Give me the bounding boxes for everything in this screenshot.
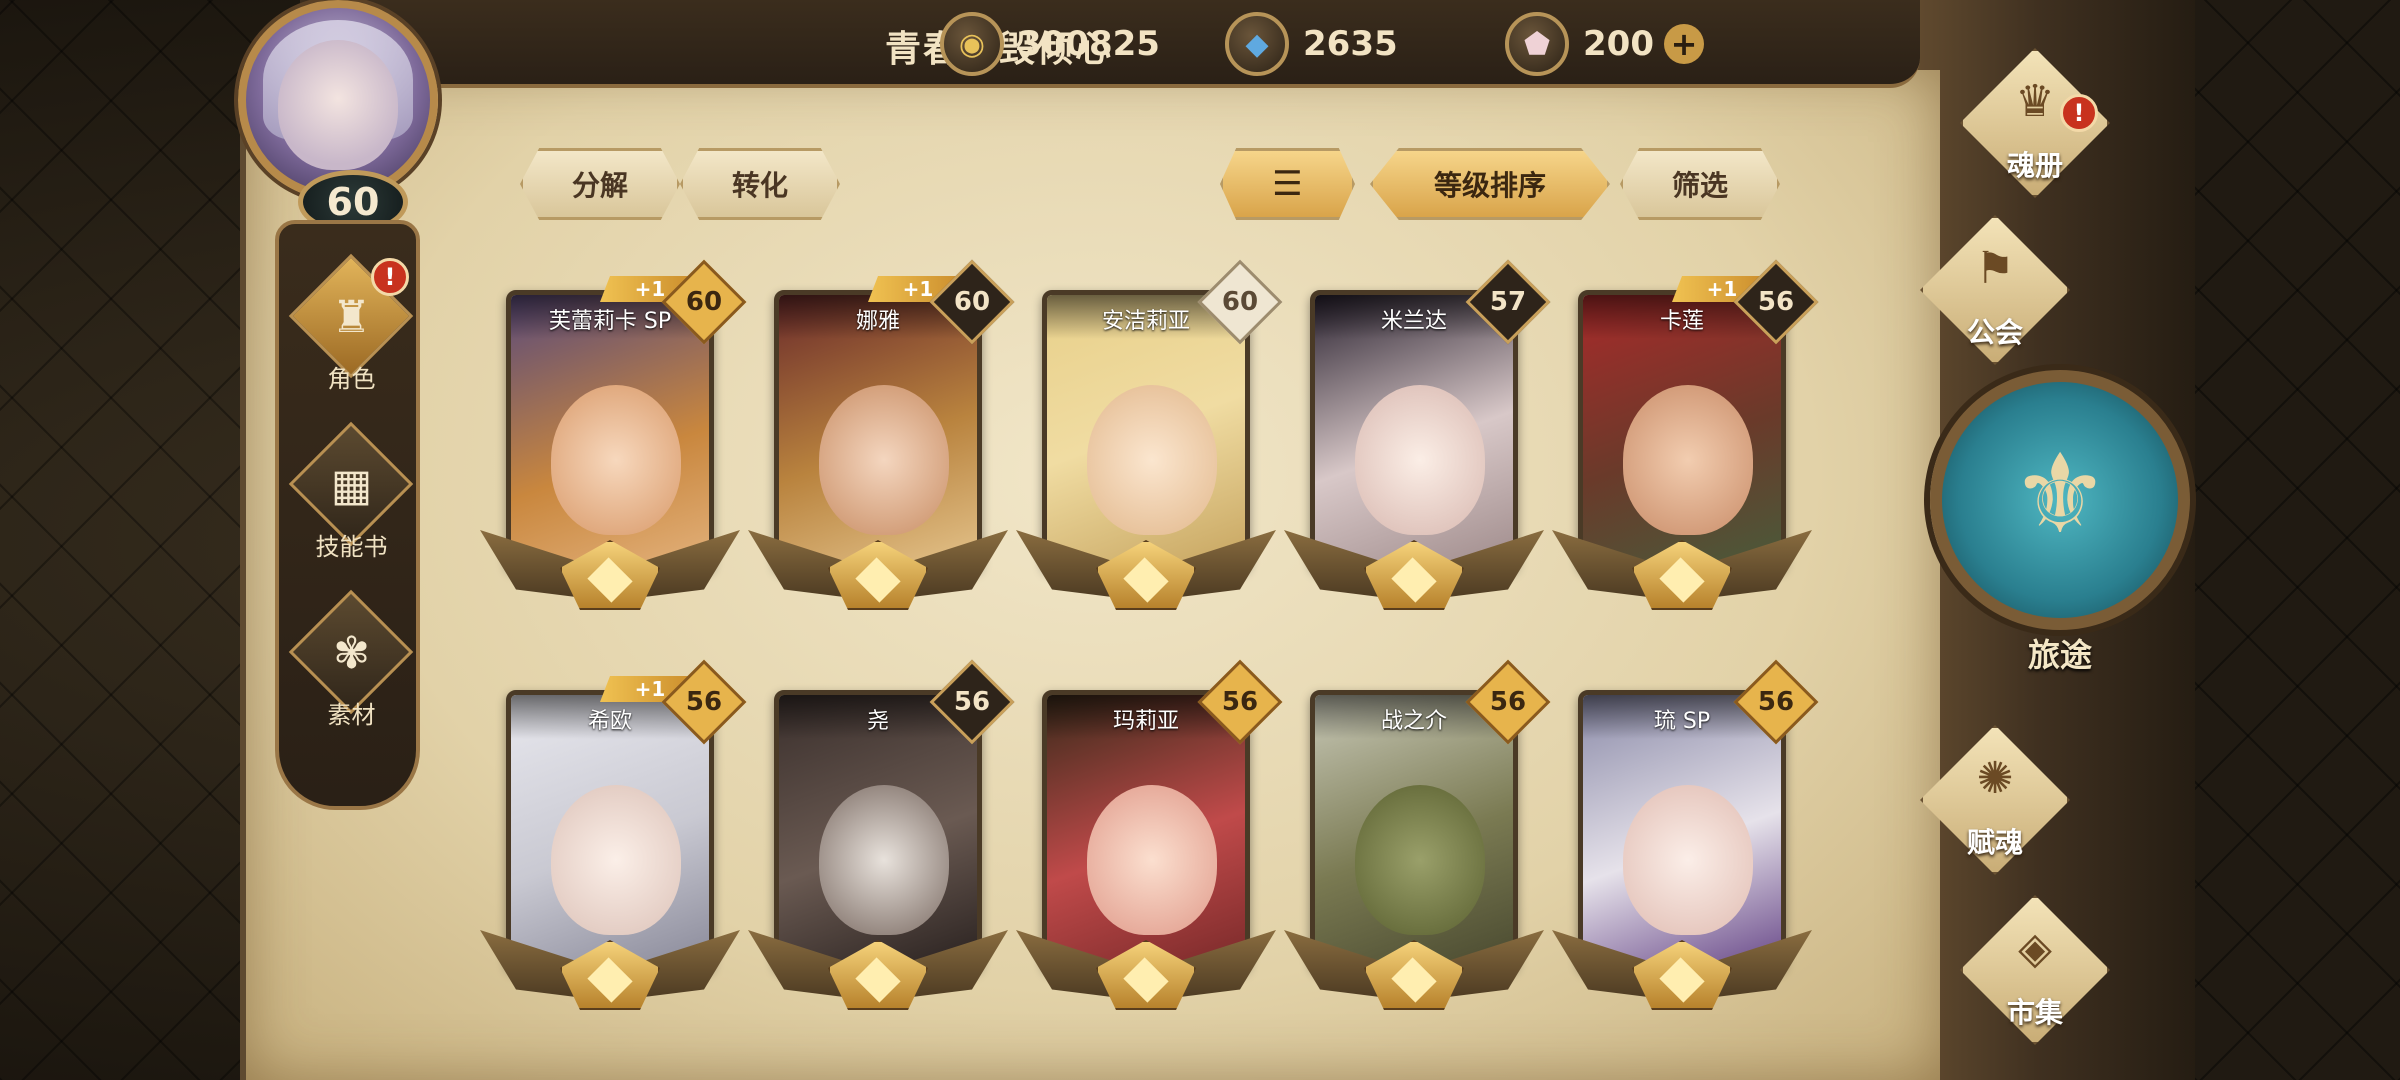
soulbook-crown-icon: ♛ <box>2015 76 2055 127</box>
avatar-face <box>278 40 398 170</box>
level-sort-button[interactable]: 等级排序 <box>1370 148 1610 220</box>
card-level: 56 <box>685 687 723 717</box>
sidebar-label-materials: 素材 <box>327 701 376 729</box>
character-card[interactable]: 琉 SP 56 <box>1552 659 1819 1020</box>
endow-button[interactable]: ✺ 赋魂 <box>1880 725 2110 875</box>
card-face <box>551 385 681 535</box>
blue-crystal-icon: ◆ <box>1225 12 1289 76</box>
endow-flame-icon: ✺ <box>1976 753 2014 804</box>
sidebar-label-characters: 角色 <box>327 365 376 393</box>
card-level: 56 <box>953 687 991 717</box>
card-rank-wings <box>1552 520 1812 620</box>
card-face <box>819 385 949 535</box>
decompose-button[interactable]: 分解 <box>520 148 680 220</box>
crystal-value: 2635 <box>1303 24 1398 64</box>
character-card[interactable]: 安洁莉亚 60 <box>1016 259 1283 620</box>
convert-button[interactable]: 转化 <box>680 148 840 220</box>
soulbook-button[interactable]: ♛ ! 魂册 <box>1920 48 2150 198</box>
sort-lines-icon: ☰ <box>1272 164 1303 204</box>
card-level: 60 <box>685 287 723 317</box>
character-card[interactable]: 玛莉亚 56 <box>1016 659 1283 1020</box>
material-creature-icon: ✾ <box>333 628 370 679</box>
guild-button[interactable]: ⚑ 公会 <box>1880 215 2110 365</box>
sidebar-item-materials[interactable]: ✾ 素材 <box>279 589 424 740</box>
journey-button[interactable]: ⚜ 旅途 <box>1920 350 2200 700</box>
card-level: 56 <box>1757 287 1795 317</box>
sidebar-label-skill-books: 技能书 <box>315 533 388 561</box>
card-face <box>1623 385 1753 535</box>
card-level: 56 <box>1489 687 1527 717</box>
card-rank-wings <box>1552 920 1812 1020</box>
market-button[interactable]: ◈ 市集 <box>1920 895 2150 1045</box>
card-level: 60 <box>953 287 991 317</box>
card-rank-wings <box>748 520 1008 620</box>
currency-crystal: ◆ 2635 <box>1225 12 1398 76</box>
card-rank-wings <box>1016 920 1276 1020</box>
journey-label: 旅途 <box>2027 636 2092 674</box>
currency-gem: ⬟ 200 + <box>1505 12 1704 76</box>
top-bar: 青春梦毁倾心 ◉ 300825 ◆ 2635 ⬟ 200 + <box>300 0 1920 88</box>
soulbook-label: 魂册 <box>2006 149 2063 182</box>
endow-label: 赋魂 <box>1966 826 2023 859</box>
card-face <box>1087 385 1217 535</box>
character-card[interactable]: 卡莲 +1 56 <box>1552 259 1819 620</box>
filter-button[interactable]: 筛选 <box>1620 148 1780 220</box>
card-level: 57 <box>1489 287 1527 317</box>
card-level: 56 <box>1757 687 1795 717</box>
card-face <box>1623 785 1753 935</box>
right-edge-pattern <box>2195 0 2400 1080</box>
character-card[interactable]: 战之介 56 <box>1284 659 1551 1020</box>
sort-order-button[interactable]: ☰ <box>1220 148 1355 220</box>
character-card[interactable]: 希欧 +1 56 <box>480 659 747 1020</box>
character-card[interactable]: 娜雅 +1 60 <box>748 259 1015 620</box>
add-gem-button[interactable]: + <box>1663 24 1704 64</box>
character-card[interactable]: 芙蕾莉卡 SP +1 60 <box>480 259 747 620</box>
currency-gold: ◉ 300825 <box>940 12 1160 76</box>
character-card[interactable]: 米兰达 57 <box>1284 259 1551 620</box>
sidebar-item-skill-books[interactable]: ▦ 技能书 <box>279 421 424 572</box>
character-helmet-icon: ♜ <box>331 292 372 343</box>
soulbook-alert-badge: ! <box>2060 94 2098 132</box>
card-rank-wings <box>1284 520 1544 620</box>
card-face <box>1087 785 1217 935</box>
skill-book-icon: ▦ <box>330 460 373 511</box>
card-level: 56 <box>1221 687 1259 717</box>
sidebar-item-characters[interactable]: ♜ ! 角色 <box>279 253 424 404</box>
guild-banner-icon: ⚑ <box>1975 243 2015 294</box>
left-sidebar: ♜ ! 角色 ▦ 技能书 ✾ 素材 <box>275 220 420 810</box>
pink-gem-icon: ⬟ <box>1505 12 1569 76</box>
card-rank-wings <box>748 920 1008 1020</box>
gold-coin-icon: ◉ <box>940 12 1004 76</box>
journey-emblem-icon: ⚜ <box>2010 430 2110 558</box>
card-rank-wings <box>480 520 740 620</box>
gold-value: 300825 <box>1018 24 1160 64</box>
card-rank-wings <box>1016 520 1276 620</box>
card-face <box>819 785 949 935</box>
market-gem-icon: ◈ <box>2018 923 2052 974</box>
guild-label: 公会 <box>1966 316 2023 349</box>
market-label: 市集 <box>2006 996 2063 1029</box>
character-card[interactable]: 尧 56 <box>748 659 1015 1020</box>
card-face <box>551 785 681 935</box>
card-rank-wings <box>1284 920 1544 1020</box>
card-level: 60 <box>1221 287 1259 317</box>
gem-value: 200 <box>1583 24 1654 64</box>
card-face <box>1355 785 1485 935</box>
characters-alert-badge: ! <box>371 258 409 296</box>
card-face <box>1355 385 1485 535</box>
card-rank-wings <box>480 920 740 1020</box>
player-avatar[interactable]: 60 <box>218 0 488 240</box>
